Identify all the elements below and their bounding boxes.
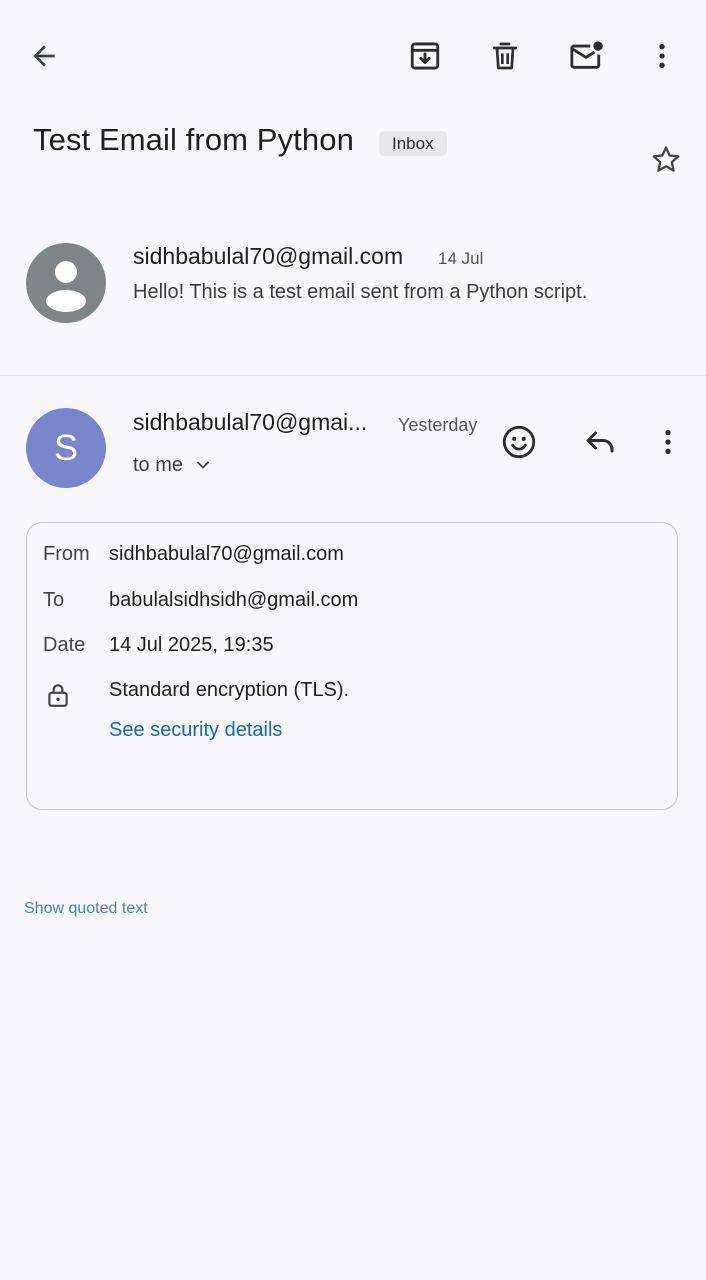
show-quoted-text-link[interactable]: Show quoted text: [24, 900, 148, 918]
email-subject: Test Email from Python: [33, 122, 354, 157]
more-vertical-icon: [659, 44, 665, 68]
reply-icon: [586, 431, 614, 453]
message-item[interactable]: sidhbabulal70@gmail.com 14 Jul Hello! Th…: [0, 230, 706, 340]
recipient-summary: to me: [133, 453, 184, 476]
lock-icon: [45, 681, 71, 714]
more-vertical-icon: [665, 430, 671, 454]
back-button[interactable]: [16, 32, 72, 80]
star-outline-icon: [652, 146, 680, 172]
reply-button[interactable]: [576, 418, 624, 466]
star-button[interactable]: [642, 136, 690, 184]
chevron-down-icon: [197, 461, 209, 469]
sender-email: sidhbabulal70@gmai...: [133, 409, 368, 435]
mark-unread-button[interactable]: [560, 32, 612, 80]
person-icon: [46, 261, 86, 312]
divider: [0, 375, 706, 376]
message-date: 14 Jul: [438, 249, 484, 268]
trash-icon: [493, 42, 517, 70]
sender-avatar[interactable]: S: [26, 408, 106, 488]
date-value: 14 Jul 2025, 19:35: [109, 634, 274, 656]
arrow-left-icon: [33, 45, 55, 67]
to-label: To: [43, 589, 65, 611]
add-reaction-button[interactable]: [496, 418, 542, 466]
from-label: From: [43, 543, 90, 565]
recipient-toggle[interactable]: to me: [133, 451, 213, 479]
security-details-link[interactable]: See security details: [109, 719, 282, 742]
sender-email: sidhbabulal70@gmail.com: [133, 243, 404, 269]
delete-button[interactable]: [480, 32, 530, 80]
archive-button[interactable]: [400, 32, 450, 80]
message-date: Yesterday: [398, 415, 478, 435]
from-value: sidhbabulal70@gmail.com: [109, 543, 344, 565]
smiley-icon: [502, 425, 536, 459]
inbox-label-chip[interactable]: Inbox: [379, 131, 447, 156]
encryption-text: Standard encryption (TLS).: [109, 679, 350, 701]
message-more-button[interactable]: [646, 418, 690, 466]
to-value: babulalsidhsidh@gmail.com: [109, 589, 359, 611]
message-snippet: Hello! This is a test email sent from a …: [133, 281, 588, 303]
archive-icon: [410, 42, 440, 70]
mail-unread-icon: [570, 41, 603, 69]
more-options-button[interactable]: [640, 32, 684, 80]
date-label: Date: [43, 634, 86, 656]
avatar: [26, 243, 106, 323]
message-details-card: From sidhbabulal70@gmail.com To babulals…: [26, 522, 678, 810]
